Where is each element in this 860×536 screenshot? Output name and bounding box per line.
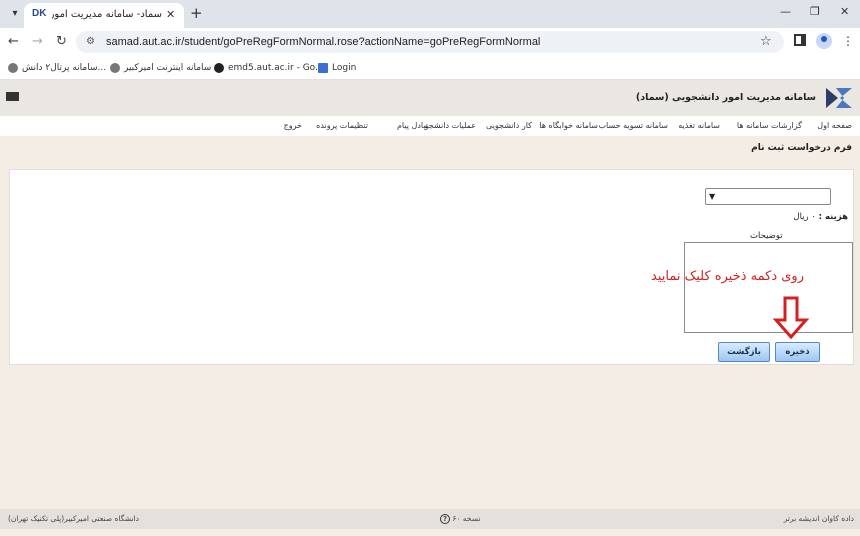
chevron-down-icon: ▼ — [709, 192, 716, 201]
browser-tab-bar: ▾ DK سماد- سامانه مدیریت امور دانش ✕ + —… — [0, 0, 860, 28]
footer-university: دانشگاه صنعتی امیرکبیر(پلی تکنیک تهران) — [8, 514, 140, 523]
bookmark-page-icon — [318, 62, 328, 73]
fee-row: هزینه : ۰ ریال — [793, 210, 848, 224]
fee-label: هزینه : — [818, 212, 848, 222]
tab-title: سماد- سامانه مدیریت امور دانش — [52, 9, 162, 20]
description-label: توضیحات — [750, 231, 783, 241]
browser-tab[interactable]: DK سماد- سامانه مدیریت امور دانش ✕ — [24, 3, 184, 28]
footer-version: ? نسخه ۶۰ — [440, 512, 480, 526]
site-info-icon[interactable]: ⚙ — [86, 35, 95, 49]
menu-item-reports[interactable]: گزارشات سامانه ها — [737, 119, 802, 133]
window-close-icon[interactable]: ✕ — [840, 4, 849, 20]
tab-search-chevron-icon[interactable]: ▾ — [6, 5, 24, 23]
profile-avatar-icon[interactable] — [816, 33, 832, 49]
address-bar[interactable]: ⚙ samad.aut.ac.ir/student/goPreRegFormNo… — [76, 31, 784, 53]
instruction-annotation: روی دکمه ذخیره کلیک نمایید — [651, 269, 804, 284]
forward-arrow-icon[interactable]: → — [32, 34, 43, 50]
bookmark-item[interactable]: سامانه اینترنت امیرکبیر — [110, 60, 211, 76]
bookmark-label: emd5.aut.ac.ir - Go... — [228, 63, 324, 73]
bookmark-item[interactable]: emd5.aut.ac.ir - Go... — [214, 60, 324, 76]
save-button[interactable]: ذخیره — [775, 342, 820, 362]
bookmark-item[interactable]: Login — [318, 60, 356, 76]
minimize-icon[interactable]: — — [780, 4, 791, 20]
back-arrow-icon[interactable]: ← — [8, 34, 19, 50]
form-title: فرم درخواست ثبت نام — [751, 143, 852, 153]
red-down-arrow-icon — [773, 296, 809, 340]
bookmark-label: سامانه اینترنت امیرکبیر — [124, 63, 212, 73]
bookmark-star-icon[interactable]: ☆ — [760, 34, 772, 50]
tab-close-icon[interactable]: ✕ — [166, 7, 175, 23]
help-icon[interactable]: ? — [440, 514, 450, 524]
new-tab-plus-icon[interactable]: + — [190, 5, 203, 21]
menu-item-messages[interactable]: تبادل پیام — [397, 119, 428, 133]
url-text[interactable]: samad.aut.ac.ir/student/goPreRegFormNorm… — [106, 34, 540, 50]
footer-version-text: نسخه ۶۰ — [452, 514, 481, 523]
tab-favicon-icon: DK — [32, 8, 47, 19]
samad-logo-icon — [826, 88, 852, 108]
bookmark-globe-icon — [110, 62, 120, 73]
bookmark-item[interactable]: سامانه پرتال۲ دانش... — [8, 60, 106, 76]
mail-icon[interactable] — [6, 92, 19, 101]
app-title: سامانه مدیریت امور دانشجویی (سماد) — [635, 92, 816, 103]
main-menu: صفحه اول گزارشات سامانه ها سامانه تغذیه … — [0, 116, 860, 136]
menu-item-food[interactable]: سامانه تغذیه — [678, 119, 720, 133]
back-button[interactable]: بازگشت — [718, 342, 770, 362]
app-header: سامانه مدیریت امور دانشجویی (سماد) — [0, 80, 860, 116]
bookmark-label: سامانه پرتال۲ دانش... — [22, 63, 107, 73]
address-row: ← → ↻ ⚙ samad.aut.ac.ir/student/goPreReg… — [0, 28, 860, 56]
footer-company: داده کاوان اندیشه برتر — [783, 514, 854, 523]
fee-value: ۰ ریال — [793, 212, 816, 222]
menu-item-student-work[interactable]: کار دانشجویی — [486, 119, 532, 133]
menu-item-profile-settings[interactable]: تنظیمات پرونده — [316, 119, 368, 133]
bookmark-globe-icon — [214, 62, 224, 73]
option-select[interactable]: ▼ — [705, 188, 831, 205]
menu-item-logout[interactable]: خروج — [284, 119, 302, 133]
more-menu-icon[interactable]: ⋮ — [842, 33, 854, 49]
side-panel-icon[interactable] — [794, 34, 806, 46]
footer: دانشگاه صنعتی امیرکبیر(پلی تکنیک تهران) … — [0, 509, 860, 529]
menu-item-student-ops[interactable]: عملیات دانشجو — [425, 119, 476, 133]
description-textarea[interactable] — [684, 242, 853, 333]
bookmarks-bar: سامانه پرتال۲ دانش... سامانه اینترنت امی… — [0, 56, 860, 80]
bookmark-label: Login — [332, 63, 357, 73]
restore-icon[interactable]: ❐ — [810, 4, 820, 20]
menu-item-settlement[interactable]: سامانه تسویه حساب — [598, 119, 668, 133]
reload-icon[interactable]: ↻ — [56, 34, 67, 50]
menu-item-dormitory[interactable]: سامانه خوابگاه ها — [539, 119, 598, 133]
bookmark-globe-icon — [8, 62, 18, 73]
menu-item-home[interactable]: صفحه اول — [817, 119, 852, 133]
